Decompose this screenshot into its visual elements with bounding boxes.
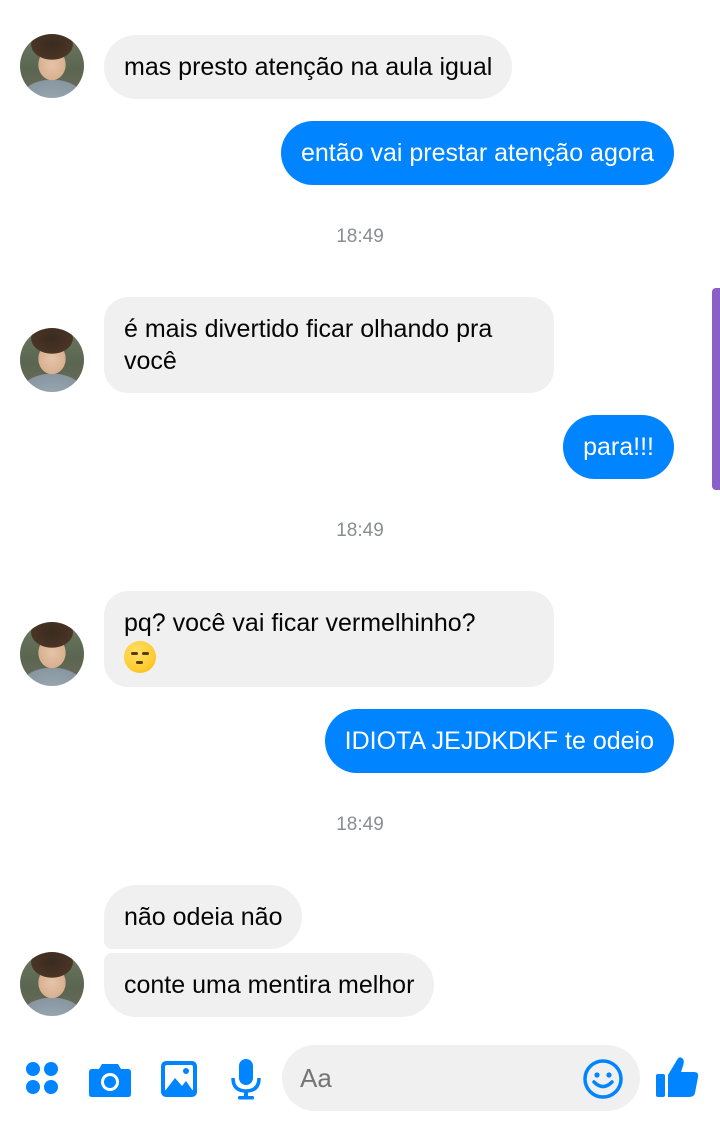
incoming-message[interactable]: conte uma mentira melhor — [104, 953, 435, 1017]
message-thread[interactable]: mas presto atenção na aula igual então v… — [0, 0, 720, 1030]
timestamp: 18:49 — [336, 520, 384, 541]
scrollbar[interactable] — [712, 288, 720, 490]
microphone-icon[interactable] — [230, 1058, 262, 1100]
outgoing-message[interactable]: IDIOTA JEJDKDKF te odeio — [324, 709, 674, 773]
smirk-emoji-icon — [124, 641, 156, 673]
contact-avatar[interactable] — [20, 952, 84, 1016]
outgoing-message[interactable]: para!!! — [563, 415, 674, 479]
contact-avatar[interactable] — [20, 622, 84, 686]
incoming-message[interactable]: pq? você vai ficar vermelhinho? — [104, 591, 554, 687]
emoji-icon[interactable] — [582, 1058, 624, 1100]
contact-avatar[interactable] — [20, 34, 84, 98]
incoming-message[interactable]: não odeia não — [104, 885, 303, 949]
outgoing-message[interactable]: então vai prestar atenção agora — [280, 121, 674, 185]
incoming-message[interactable]: mas presto atenção na aula igual — [104, 35, 513, 99]
grid-icon[interactable] — [26, 1062, 60, 1096]
message-text: pq? você vai ficar vermelhinho? — [124, 609, 476, 637]
timestamp: 18:49 — [336, 814, 384, 835]
like-icon[interactable] — [654, 1054, 700, 1100]
contact-avatar[interactable] — [20, 328, 84, 392]
incoming-message[interactable]: é mais divertido ficar olhando pra você — [104, 297, 554, 393]
timestamp: 18:49 — [336, 226, 384, 247]
image-icon[interactable] — [160, 1060, 198, 1098]
camera-icon[interactable] — [88, 1060, 132, 1098]
